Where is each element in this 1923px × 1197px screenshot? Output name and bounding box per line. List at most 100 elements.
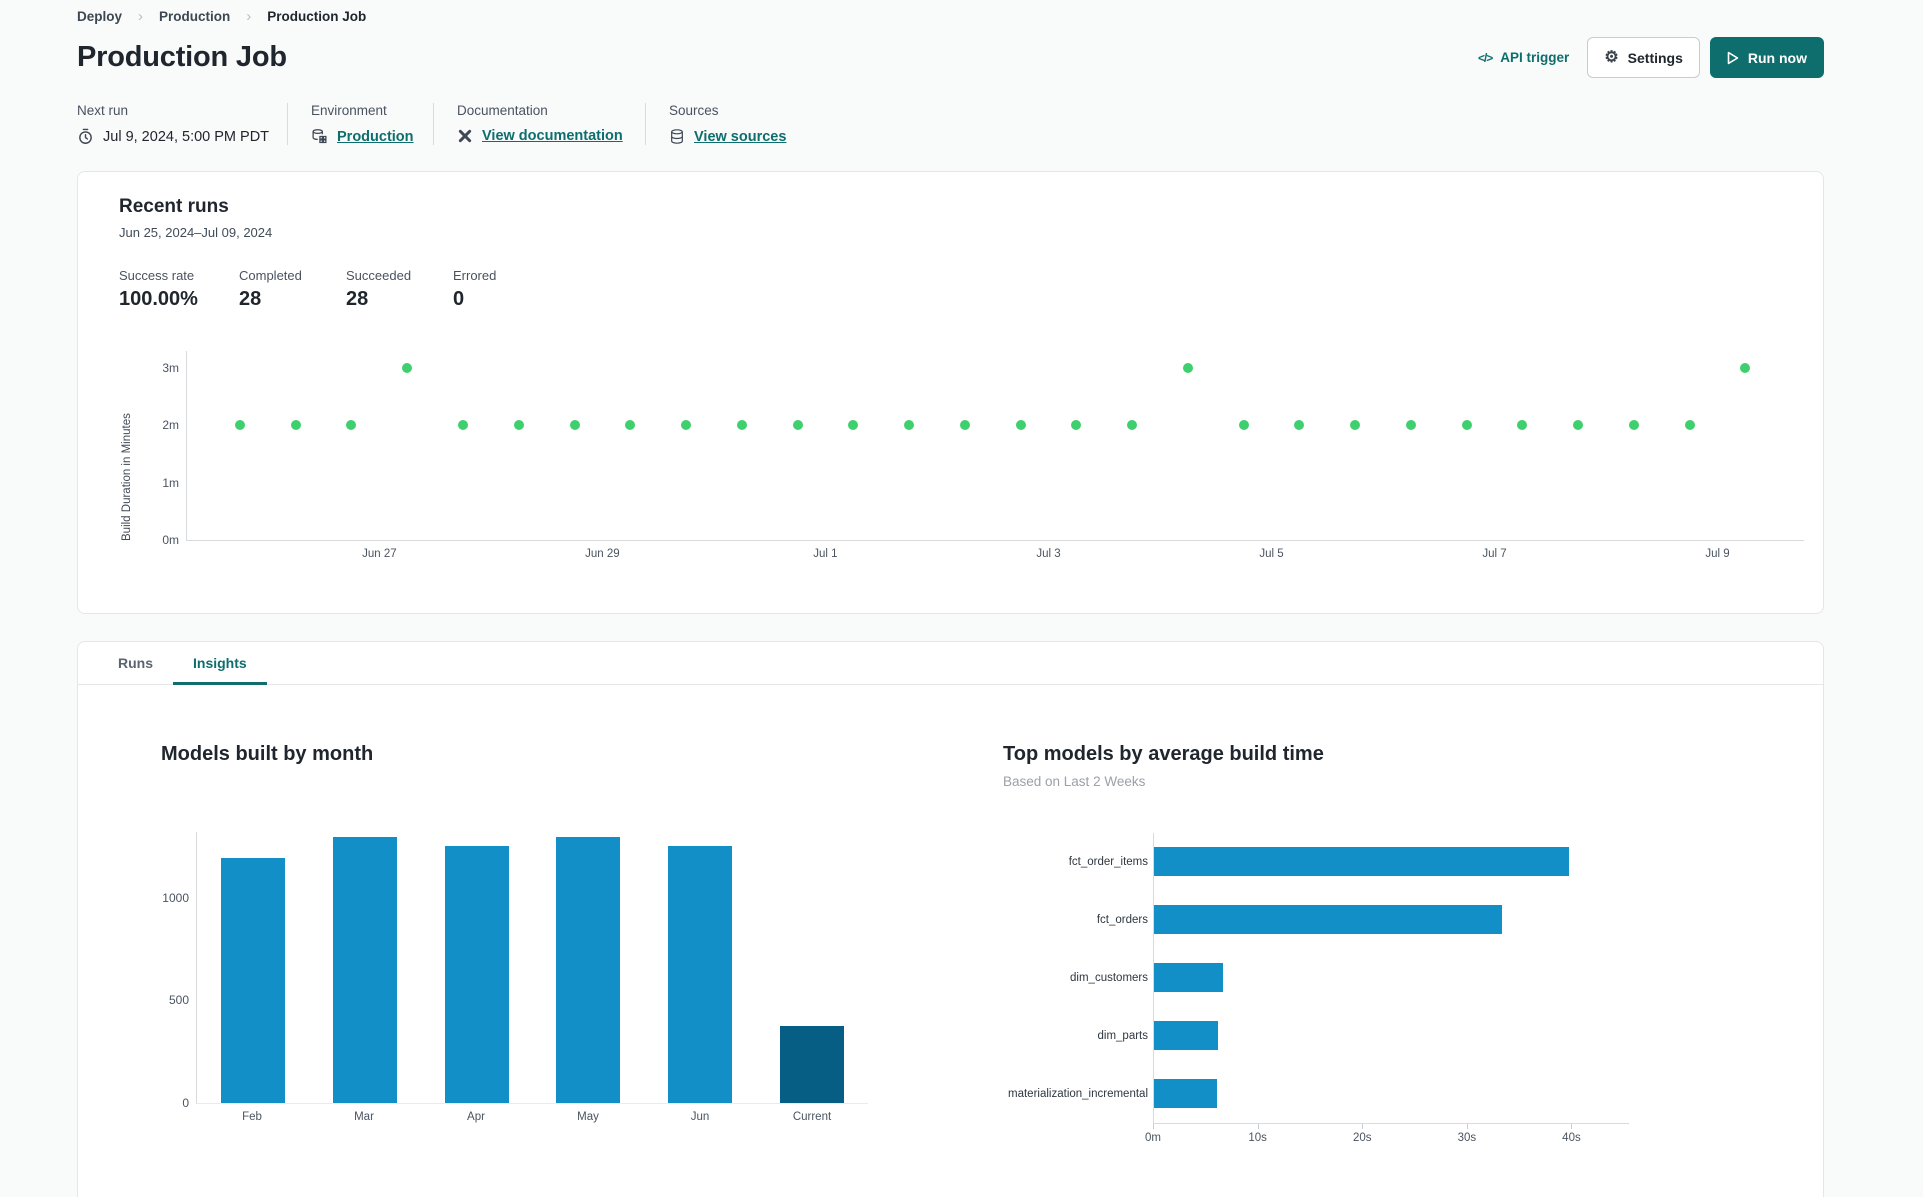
run-duration-dot[interactable] (1573, 420, 1584, 431)
settings-button-label: Settings (1627, 49, 1683, 66)
api-trigger-label: API trigger (1500, 50, 1570, 65)
code-icon: </> (1477, 50, 1493, 65)
run-duration-dot[interactable] (1461, 420, 1472, 431)
run-duration-dot[interactable] (1684, 420, 1695, 431)
model-build-time-row: fct_orders (968, 891, 1783, 949)
settings-button[interactable]: ⚙ Settings (1587, 37, 1700, 78)
model-build-time-bar[interactable] (1154, 1021, 1218, 1050)
model-build-time-row: dim_customers (968, 949, 1783, 1007)
documentation-label: Documentation (457, 103, 548, 118)
next-run-value: Jul 9, 2024, 5:00 PM PDT (103, 128, 270, 145)
view-documentation-link[interactable]: View documentation (482, 128, 623, 144)
view-sources-link[interactable]: View sources (694, 129, 786, 145)
x-axis-tick-mark (1571, 1124, 1573, 1129)
month-bar[interactable] (556, 837, 621, 1103)
run-duration-dot[interactable] (625, 420, 636, 431)
bar-slot (644, 846, 756, 1103)
run-duration-dot[interactable] (959, 420, 970, 431)
x-axis-tick-mark (1362, 1124, 1364, 1129)
page-title: Production Job (77, 41, 287, 73)
models-built-plot-area: 0 500 1000 (162, 832, 868, 1110)
page-header: Production Job </> API trigger ⚙ Setting… (77, 37, 1824, 78)
next-run-label: Next run (77, 103, 129, 118)
run-duration-dot[interactable] (569, 420, 580, 431)
run-duration-dot[interactable] (736, 420, 747, 431)
run-duration-dot[interactable] (904, 420, 915, 431)
run-duration-dot[interactable] (1294, 420, 1305, 431)
run-duration-dot[interactable] (848, 420, 859, 431)
x-axis-tick-label: 20s (1352, 1132, 1372, 1144)
x-axis-tick-mark (1153, 1124, 1154, 1129)
x-axis-tick-label: Feb (242, 1111, 262, 1123)
model-build-time-bar[interactable] (1154, 905, 1502, 934)
top-models-title: Top models by average build time (1003, 743, 1324, 765)
model-build-time-bar[interactable] (1154, 963, 1223, 992)
x-axis-tick-label: Jul 7 (1482, 548, 1507, 560)
breadcrumb-deploy[interactable]: Deploy (77, 9, 122, 24)
run-duration-dot[interactable] (458, 420, 468, 431)
run-duration-dot[interactable] (1071, 420, 1082, 431)
database-icon (669, 128, 685, 145)
breadcrumb-production[interactable]: Production (159, 9, 230, 24)
run-duration-dot[interactable] (1238, 420, 1249, 431)
run-duration-dot[interactable] (1015, 420, 1026, 431)
model-name-label: fct_order_items (1068, 856, 1148, 868)
model-name-label: fct_orders (1096, 914, 1148, 926)
run-now-button[interactable]: Run now (1709, 37, 1824, 78)
chevron-right-icon: › (138, 8, 144, 25)
run-duration-dot[interactable] (290, 420, 301, 431)
run-duration-dot[interactable] (1127, 420, 1138, 431)
run-duration-dot[interactable] (1350, 420, 1361, 431)
tab-runs[interactable]: Runs (98, 642, 173, 684)
x-axis-tick-label: May (577, 1111, 599, 1123)
run-duration-dot[interactable] (1405, 420, 1416, 431)
environment-link[interactable]: Production (337, 129, 414, 145)
y-axis-tick-label: 1m (162, 475, 179, 490)
build-duration-plot-area: 0m 1m 2m 3m Jun 27 Jun 29 Jul 1 Jul 3 Jul 5 Jul 7… (162, 351, 1804, 560)
play-icon (1727, 51, 1739, 65)
x-axis-tick-label: Jun 29 (585, 548, 620, 560)
run-duration-dot[interactable] (1628, 420, 1639, 431)
run-duration-dot[interactable] (346, 420, 357, 431)
run-duration-dot[interactable] (1517, 420, 1528, 431)
run-duration-dot[interactable] (792, 420, 803, 431)
x-axis-tick-label: 0m (1145, 1132, 1161, 1144)
month-bar[interactable] (220, 858, 285, 1103)
run-duration-dot[interactable] (681, 420, 692, 431)
run-duration-dot[interactable] (1182, 363, 1193, 374)
api-trigger-link[interactable]: </> API trigger (1478, 50, 1569, 65)
y-axis-tick-label: 0m (162, 533, 179, 547)
model-build-time-bar[interactable] (1154, 1079, 1217, 1108)
environment-info: Environment Production (287, 103, 433, 145)
recent-runs-date-range: Jun 25, 2024–Jul 09, 2024 (119, 225, 273, 240)
y-axis-tick-label: 1000 (162, 890, 189, 905)
month-bar[interactable] (780, 1026, 845, 1103)
run-duration-dot[interactable] (234, 420, 245, 431)
stat-value: 28 (239, 288, 262, 310)
run-duration-dot[interactable] (513, 420, 524, 431)
environment-icon (311, 128, 328, 145)
bar-track (1153, 949, 1628, 1007)
x-axis-tick-label: Jul 1 (813, 548, 838, 560)
run-duration-dot[interactable] (1740, 363, 1751, 374)
y-axis-tick-label: 0 (182, 1096, 189, 1110)
run-duration-dot[interactable] (402, 363, 413, 374)
breadcrumb: Deploy › Production › Production Job (77, 5, 1824, 25)
x-axis-tick-label: 40s (1562, 1132, 1581, 1144)
month-bar[interactable] (668, 846, 733, 1103)
tab-insights[interactable]: Insights (173, 642, 267, 685)
model-build-time-bar[interactable] (1154, 847, 1569, 876)
y-axis-title: Build Duration in Minutes (121, 413, 133, 541)
top-models-x-axis: 0m 10s 20s 30s 40s (1145, 1123, 1629, 1149)
stat-completed: Completed 28 (239, 268, 346, 311)
bar-slot (309, 837, 421, 1103)
breadcrumb-production-job: Production Job (267, 9, 367, 24)
run-stats: Success rate 100.00% Completed 28 Succee… (119, 268, 1804, 311)
month-bar[interactable] (332, 837, 397, 1103)
bar-track (1153, 1065, 1628, 1123)
month-bar[interactable] (444, 846, 509, 1103)
top-models-plot-area: fct_order_items fct_orders dim_customers di… (968, 833, 1783, 1149)
stat-label: Completed (239, 268, 302, 283)
documentation-info: Documentation View documentation (433, 103, 645, 145)
chevron-right-icon: › (246, 8, 252, 25)
